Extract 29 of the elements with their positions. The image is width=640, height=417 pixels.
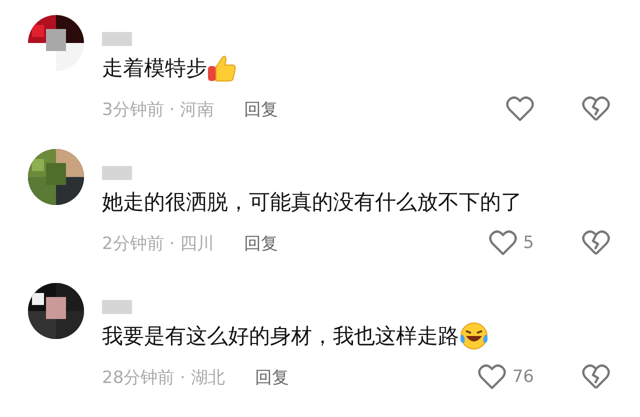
heart-icon	[489, 230, 518, 256]
comment-meta: 28分钟前 · 湖北	[102, 366, 225, 388]
reply-button[interactable]: 回复	[244, 232, 278, 254]
blurred-username	[102, 300, 132, 314]
like-button[interactable]: 5	[489, 230, 534, 256]
heart-icon	[478, 364, 506, 390]
laughing-emoji-icon	[459, 321, 489, 351]
like-button[interactable]: 76	[478, 364, 534, 390]
comment-text: 她走的很洒脱，可能真的没有什么放不下的了	[102, 189, 522, 216]
heart-icon	[506, 96, 534, 122]
comment-text: 走着模特步	[102, 55, 207, 82]
reply-button[interactable]: 回复	[244, 98, 278, 120]
dislike-button[interactable]	[582, 96, 610, 122]
comment-meta: 3分钟前 · 河南	[102, 98, 214, 120]
thumbs-up-icon	[207, 53, 237, 83]
broken-heart-icon	[582, 230, 610, 256]
broken-heart-icon	[582, 96, 610, 122]
blurred-username	[102, 166, 132, 180]
dislike-button[interactable]	[582, 230, 610, 256]
avatar	[28, 149, 84, 205]
blurred-username	[102, 32, 132, 46]
avatar	[28, 15, 84, 71]
comment-text: 我要是有这么好的身材，我也这样走路	[102, 323, 459, 350]
reply-button[interactable]: 回复	[254, 366, 289, 388]
dislike-button[interactable]	[582, 364, 610, 390]
avatar	[28, 283, 84, 339]
like-button[interactable]	[506, 96, 534, 122]
broken-heart-icon	[582, 364, 610, 390]
comment-meta: 2分钟前 · 四川	[102, 232, 214, 254]
